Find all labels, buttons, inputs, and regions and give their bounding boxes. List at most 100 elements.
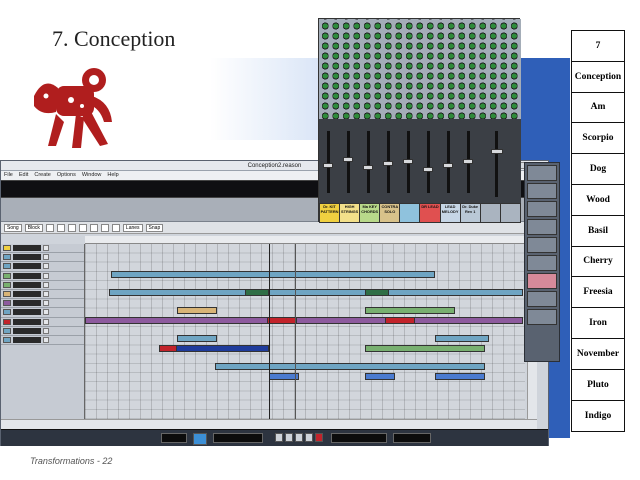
track-color-swatch (3, 318, 11, 325)
menu-options[interactable]: Options (57, 171, 76, 180)
channel-fader[interactable] (327, 131, 330, 193)
mute-button[interactable] (43, 309, 49, 316)
track-header[interactable] (1, 281, 84, 290)
razor-tool-icon[interactable] (78, 223, 87, 232)
side-table: 7 Conception Am Scorpio Dog Wood Basil C… (571, 30, 625, 433)
clip[interactable] (435, 373, 485, 380)
fader-cap[interactable] (443, 163, 453, 168)
clip[interactable] (385, 317, 415, 324)
snap-toggle[interactable]: Snap (145, 223, 164, 232)
lanes-button[interactable]: Lanes (122, 223, 143, 232)
clip[interactable] (365, 307, 455, 314)
master-fader-cap[interactable] (491, 149, 503, 154)
mute-button[interactable] (43, 263, 49, 270)
fader-cap[interactable] (403, 159, 413, 164)
left-locator[interactable] (269, 244, 270, 419)
clip[interactable] (215, 363, 485, 370)
mute-tool-icon[interactable] (89, 223, 98, 232)
clip[interactable] (365, 373, 395, 380)
record-icon[interactable] (315, 433, 323, 442)
channel-label: Ma KEY CHORDS (360, 204, 380, 222)
master-fader[interactable] (495, 131, 498, 197)
track-header[interactable] (1, 290, 84, 300)
play-icon[interactable] (305, 433, 313, 442)
rack-device[interactable] (527, 237, 557, 253)
rack-device[interactable] (527, 255, 557, 271)
side-cell: Indigo (584, 410, 612, 421)
track-header[interactable] (1, 336, 84, 346)
track-header[interactable] (1, 308, 84, 318)
menu-file[interactable]: File (4, 171, 13, 180)
track-header[interactable] (1, 299, 84, 309)
track-header[interactable] (1, 327, 84, 336)
hand-tool-icon[interactable] (111, 223, 120, 232)
horizontal-scrollbar[interactable] (1, 419, 537, 429)
timeline-ruler[interactable] (85, 236, 525, 244)
menu-help[interactable]: Help (107, 171, 118, 180)
track-name (13, 291, 41, 298)
rack-device[interactable] (527, 183, 557, 199)
track-header[interactable] (1, 318, 84, 327)
fader-cap[interactable] (323, 163, 333, 168)
clip[interactable] (365, 345, 485, 352)
sequencer-lanes[interactable] (85, 244, 525, 419)
rack-device[interactable] (527, 291, 557, 307)
clip[interactable] (365, 289, 389, 296)
mute-button[interactable] (43, 300, 49, 307)
mute-button[interactable] (43, 281, 49, 288)
menu-edit[interactable]: Edit (19, 171, 28, 180)
fader-cap[interactable] (423, 167, 433, 172)
clip[interactable] (111, 271, 435, 278)
song-position-marker[interactable] (295, 244, 296, 419)
magnify-tool-icon[interactable] (100, 223, 109, 232)
eraser-tool-icon[interactable] (67, 223, 76, 232)
clip[interactable] (85, 317, 523, 324)
track-header[interactable] (1, 272, 84, 281)
menu-create[interactable]: Create (34, 171, 51, 180)
fader-cap[interactable] (343, 157, 353, 162)
fader-cap[interactable] (463, 159, 473, 164)
track-name (13, 263, 41, 270)
mute-button[interactable] (43, 336, 49, 343)
mixer-knob-section[interactable] (319, 19, 521, 119)
clip[interactable] (177, 307, 217, 314)
clip[interactable] (109, 289, 523, 296)
rack-device[interactable] (527, 165, 557, 181)
channel-fader[interactable] (347, 131, 350, 193)
mute-button[interactable] (43, 291, 49, 298)
track-header[interactable] (1, 244, 84, 254)
tempo-display (213, 433, 263, 443)
fast-forward-icon[interactable] (285, 433, 293, 442)
track-header[interactable] (1, 262, 84, 272)
clip[interactable] (435, 335, 489, 342)
rewind-icon[interactable] (275, 433, 283, 442)
click-toggle[interactable] (193, 433, 207, 445)
arrow-tool-icon[interactable] (45, 223, 54, 232)
track-color-swatch (3, 327, 11, 334)
mute-button[interactable] (43, 272, 49, 279)
song-mode-button[interactable]: Song (4, 223, 22, 232)
stop-icon[interactable] (295, 433, 303, 442)
channel-fader[interactable] (427, 131, 430, 193)
track-header[interactable] (1, 253, 84, 263)
clip[interactable] (159, 345, 177, 352)
pencil-tool-icon[interactable] (56, 223, 65, 232)
channel-fader[interactable] (367, 131, 370, 193)
rack-device[interactable] (527, 309, 557, 325)
rack-device[interactable] (527, 201, 557, 217)
mute-button[interactable] (43, 327, 49, 334)
channel-fader[interactable] (447, 131, 450, 193)
mute-button[interactable] (43, 254, 49, 261)
slide-title: 7. Conception (52, 26, 176, 51)
rack-device[interactable] (527, 273, 557, 289)
rack-device[interactable] (527, 219, 557, 235)
fader-cap[interactable] (363, 165, 373, 170)
block-mode-button[interactable]: Block (24, 223, 43, 232)
clip[interactable] (245, 289, 269, 296)
mute-button[interactable] (43, 318, 49, 325)
menu-window[interactable]: Window (82, 171, 102, 180)
clip[interactable] (177, 335, 217, 342)
mute-button[interactable] (43, 245, 49, 252)
fader-cap[interactable] (383, 161, 393, 166)
clip[interactable] (267, 317, 297, 324)
